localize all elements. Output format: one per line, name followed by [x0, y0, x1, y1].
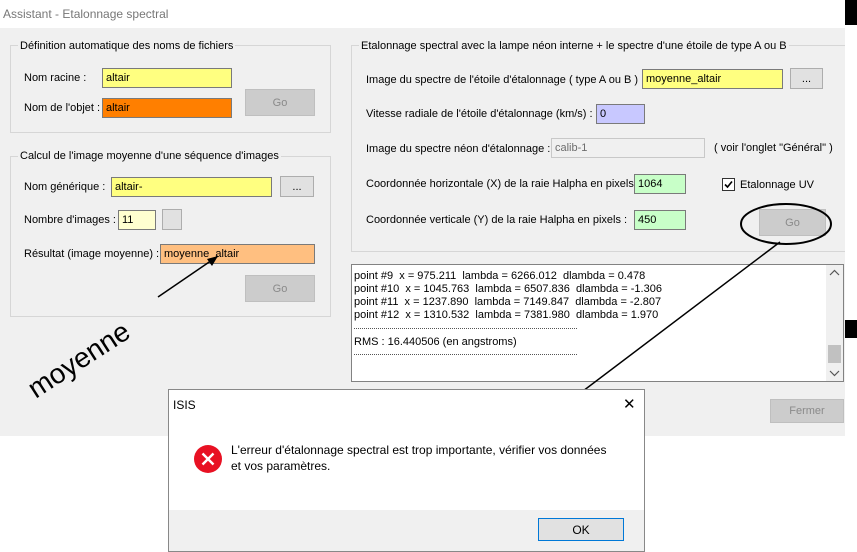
log-line: point #9 x = 975.211 lambda = 6266.012 d… [354, 270, 646, 282]
title-bar: Assistant - Etalonnage spectral [0, 0, 845, 28]
log-line: point #12 x = 1310.532 lambda = 7381.980… [354, 309, 659, 321]
calibration-group-title: Etalonnage spectral avec la lampe néon i… [359, 40, 789, 52]
uv-calibration-label: Etalonnage UV [740, 179, 814, 191]
dialog-title: ISIS [173, 398, 196, 412]
error-icon [194, 445, 222, 473]
object-name-input[interactable]: altair [102, 98, 232, 118]
y-coordinate-label: Coordonnée verticale (Y) de la raie Halp… [366, 214, 628, 226]
uv-calibration-checkbox[interactable] [722, 178, 735, 191]
x-coordinate-input[interactable]: 1064 [634, 174, 686, 194]
image-count-button[interactable] [162, 209, 182, 230]
log-separator [354, 354, 577, 355]
names-go-button[interactable]: Go [245, 89, 315, 116]
image-count-label: Nombre d'images : [24, 214, 116, 226]
scroll-thumb[interactable] [828, 345, 841, 363]
log-separator [354, 328, 577, 329]
neon-image-label: Image du spectre néon d'étalonnage : [366, 143, 551, 155]
error-dialog: ISIS ✕ L'erreur d'étalonnage spectral es… [168, 389, 645, 552]
scroll-up-icon[interactable] [826, 266, 843, 280]
x-coordinate-label: Coordonnée horizontale (X) de la raie Ha… [366, 178, 640, 190]
dialog-footer: OK [169, 510, 644, 551]
log-scrollbar[interactable] [826, 265, 843, 381]
result-input[interactable]: moyenne_altair [160, 244, 315, 264]
check-mark-icon [724, 180, 733, 189]
generic-name-input[interactable]: altair- [111, 177, 272, 197]
dialog-close-icon[interactable]: ✕ [623, 395, 636, 413]
average-image-group-title: Calcul de l'image moyenne d'une séquence… [18, 150, 281, 162]
root-name-input[interactable]: altair [102, 68, 232, 88]
close-button[interactable]: Fermer [770, 399, 844, 423]
star-image-label: Image du spectre de l'étoile d'étalonnag… [366, 74, 645, 86]
star-image-input[interactable]: moyenne_altair [642, 69, 783, 89]
calibration-go-button[interactable]: Go [759, 209, 826, 236]
generic-name-label: Nom générique : [24, 181, 106, 193]
average-go-button[interactable]: Go [245, 275, 315, 302]
radial-velocity-label: Vitesse radiale de l'étoile d'étalonnage… [366, 108, 593, 120]
generic-browse-button[interactable]: ... [280, 176, 314, 197]
root-name-label: Nom racine : [24, 72, 87, 84]
neon-note: ( voir l'onglet "Général" ) [714, 142, 833, 154]
star-image-browse-button[interactable]: ... [790, 68, 823, 89]
dialog-message-line2: et vos paramètres. [231, 459, 331, 473]
log-rms: RMS : 16.440506 (en angstroms) [354, 336, 517, 348]
window-title: Assistant - Etalonnage spectral [3, 7, 169, 21]
right-edge-strip [845, 0, 857, 25]
neon-image-input: calib-1 [551, 138, 705, 158]
y-coordinate-input[interactable]: 450 [634, 210, 686, 230]
right-edge-strip [845, 320, 857, 338]
calibration-log[interactable]: point #9 x = 975.211 lambda = 6266.012 d… [351, 264, 844, 382]
log-line: point #10 x = 1045.763 lambda = 6507.836… [354, 283, 662, 295]
dialog-message-line1: L'erreur d'étalonnage spectral est trop … [231, 443, 607, 457]
calibration-wizard-window: Assistant - Etalonnage spectral Définiti… [0, 0, 845, 436]
result-label: Résultat (image moyenne) : [24, 248, 160, 260]
file-names-group-title: Définition automatique des noms de fichi… [18, 40, 236, 52]
scroll-down-icon[interactable] [826, 366, 843, 380]
radial-velocity-input[interactable]: 0 [596, 104, 645, 124]
image-count-input[interactable]: 11 [118, 210, 156, 230]
log-line: point #11 x = 1237.890 lambda = 7149.847… [354, 296, 662, 308]
ok-button[interactable]: OK [538, 518, 624, 541]
object-name-label: Nom de l'objet : [24, 102, 101, 114]
